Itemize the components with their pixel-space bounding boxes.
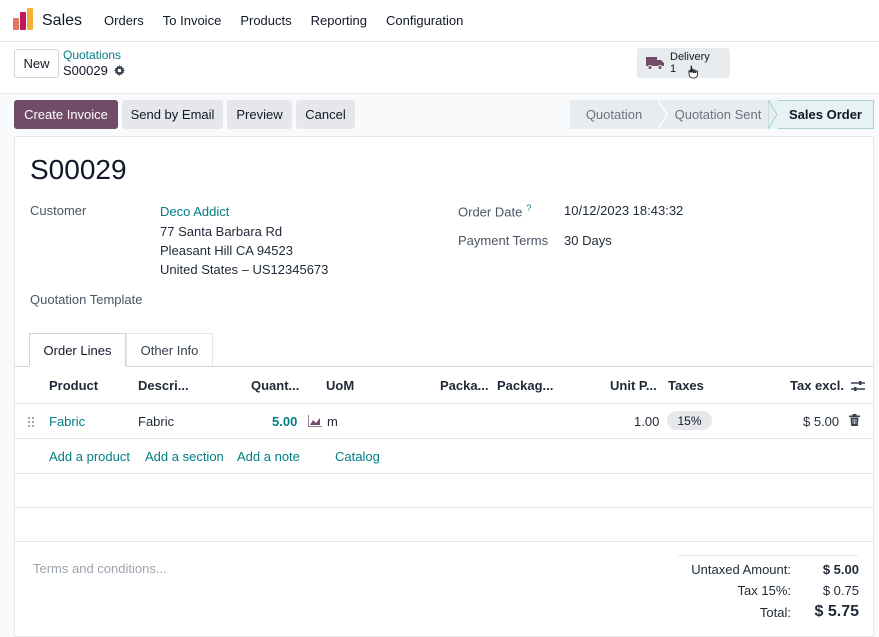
send-by-email-button[interactable]: Send by Email [122, 100, 223, 129]
tax-label: Tax 15%: [737, 583, 791, 598]
menu-products[interactable]: Products [240, 13, 291, 28]
col-description[interactable]: Descri... [138, 378, 189, 393]
col-packaging-qty[interactable]: Packa... [440, 378, 488, 393]
terms-input[interactable]: Terms and conditions... [33, 561, 167, 576]
col-tax-excl[interactable]: Tax excl. [790, 378, 844, 393]
col-unit-price[interactable]: Unit P... [610, 378, 657, 393]
menu-reporting[interactable]: Reporting [311, 13, 367, 28]
gear-icon[interactable] [113, 65, 125, 76]
col-uom[interactable]: UoM [326, 378, 354, 393]
totals-divider [678, 555, 858, 556]
payment-terms-label: Payment Terms [458, 233, 549, 248]
address-line-1: 77 Santa Barbara Rd [160, 224, 283, 239]
col-quantity[interactable]: Quant... [251, 378, 299, 393]
forecast-chart-icon[interactable] [308, 415, 322, 427]
breadcrumb: Quotations S00029 [63, 48, 125, 78]
top-navbar: Sales Orders To Invoice Products Reporti… [0, 0, 879, 42]
order-date-label-text: Order Date [458, 204, 523, 220]
address-line-3: United States – US12345673 [160, 262, 329, 277]
customer-link[interactable]: Deco Addict [160, 204, 229, 219]
stage-separator-icon [658, 100, 668, 129]
trash-icon[interactable] [849, 414, 860, 426]
order-date-value[interactable]: 10/12/2023 18:43:32 [564, 203, 683, 218]
control-panel: New Quotations S00029 Delivery 1 [0, 42, 879, 94]
tab-other-info[interactable]: Other Info [126, 333, 213, 367]
new-button[interactable]: New [14, 49, 59, 78]
menu-to-invoice[interactable]: To Invoice [163, 13, 222, 28]
cell-subtotal: $ 5.00 [803, 414, 840, 429]
col-product[interactable]: Product [49, 378, 98, 393]
status-bar: Quotation Quotation Sent Sales Order [570, 100, 874, 129]
breadcrumb-current-label: S00029 [63, 63, 108, 78]
tab-order-lines[interactable]: Order Lines [29, 333, 126, 367]
quotation-template-label: Quotation Template [30, 292, 143, 307]
cell-unit-price[interactable]: 1.00 [634, 414, 659, 429]
menu-configuration[interactable]: Configuration [386, 13, 463, 28]
total-label: Total: [759, 605, 791, 620]
untaxed-label: Untaxed Amount: [691, 562, 791, 577]
tax-badge[interactable]: 15% [667, 411, 712, 430]
cell-uom[interactable]: m [327, 414, 338, 429]
add-product-link[interactable]: Add a product [49, 449, 130, 464]
row-divider [15, 403, 873, 404]
preview-button[interactable]: Preview [227, 100, 292, 129]
form-sheet: S00029 Customer Deco Addict 77 Santa Bar… [14, 136, 874, 637]
notebook-tabs: Order Lines Other Info [15, 333, 873, 367]
untaxed-value: $ 5.00 [822, 562, 859, 577]
cancel-button[interactable]: Cancel [296, 100, 355, 129]
column-settings-icon[interactable] [851, 380, 865, 392]
delivery-smart-button[interactable]: Delivery 1 [637, 48, 730, 79]
payment-terms-value[interactable]: 30 Days [564, 233, 612, 248]
catalog-link[interactable]: Catalog [335, 449, 380, 464]
col-packaging[interactable]: Packag... [497, 378, 553, 393]
hand-cursor-icon [688, 65, 698, 79]
app-name[interactable]: Sales [42, 12, 82, 30]
row-divider [15, 473, 873, 474]
order-date-label: Order Date? [458, 203, 531, 219]
address-line-2: Pleasant Hill CA 94523 [160, 243, 293, 258]
row-divider [15, 541, 873, 542]
sales-app-icon[interactable] [12, 7, 34, 32]
drag-handle-icon[interactable] [27, 416, 35, 428]
order-title: S00029 [30, 154, 127, 185]
stage-separator-icon [768, 100, 778, 129]
menu-orders[interactable]: Orders [104, 13, 144, 28]
stage-quotation-sent[interactable]: Quotation Sent [668, 100, 768, 129]
stage-quotation[interactable]: Quotation [570, 100, 658, 129]
tax-value: $ 0.75 [822, 583, 859, 598]
help-icon[interactable]: ? [526, 203, 531, 213]
total-value: $ 5.75 [814, 603, 859, 620]
stage-sales-order[interactable]: Sales Order [778, 100, 874, 129]
truck-icon [646, 57, 664, 70]
cell-description[interactable]: Fabric [138, 414, 174, 429]
cell-quantity[interactable]: 5.00 [272, 414, 297, 429]
row-divider [15, 438, 873, 439]
cell-product[interactable]: Fabric [49, 414, 85, 429]
delivery-label: Delivery [670, 51, 710, 63]
add-section-link[interactable]: Add a section [145, 449, 224, 464]
customer-label: Customer [30, 203, 87, 218]
breadcrumb-current: S00029 [63, 63, 125, 78]
add-note-link[interactable]: Add a note [237, 449, 300, 464]
breadcrumb-quotations[interactable]: Quotations [63, 48, 125, 63]
row-divider [15, 507, 873, 508]
col-taxes[interactable]: Taxes [668, 378, 704, 393]
action-bar: Create Invoice Send by Email Preview Can… [0, 94, 879, 136]
create-invoice-button[interactable]: Create Invoice [14, 100, 118, 129]
